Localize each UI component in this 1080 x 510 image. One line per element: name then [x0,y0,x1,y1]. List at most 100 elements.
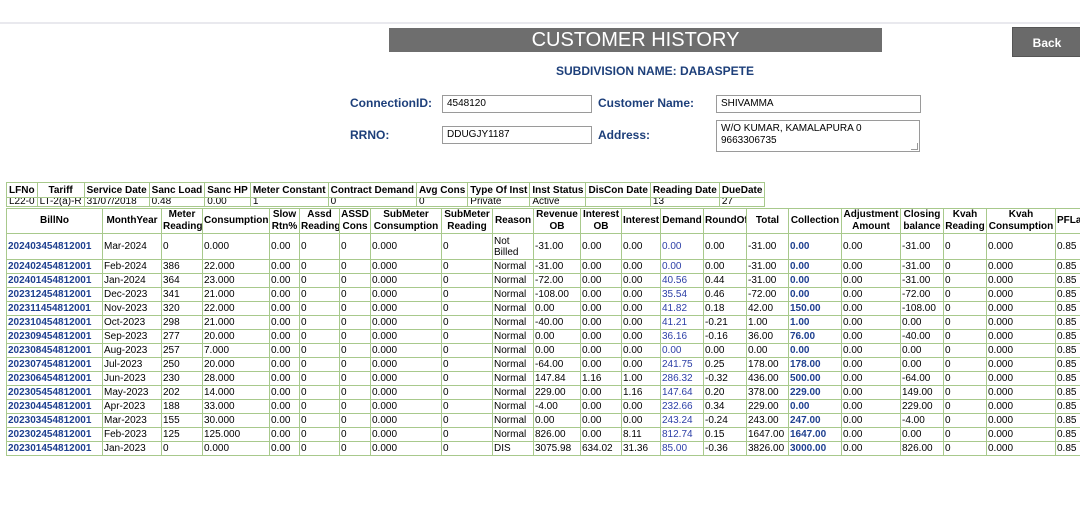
table-cell: -31.00 [900,233,944,260]
table-cell: 0.00 [533,343,581,358]
table-cell: 0 [943,399,987,414]
table-cell: 0.00 [788,233,842,260]
table-cell: 286.32 [660,371,704,386]
table-cell: 1.00 [788,315,842,330]
back-button[interactable]: Back [1012,27,1080,57]
table-row[interactable]: 202301454812001 Jan-2023 0 0.000 0.00 0 0 0.000… [6,441,1080,456]
table-cell: Normal [492,315,534,330]
table-cell: Jan-2023 [102,441,162,456]
table-cell: 0.000 [202,441,270,456]
table-row[interactable]: 202309454812001 Sep-2023 277 20.000 0.00 0 0 0.… [6,329,1080,344]
info-cell: 27 [718,197,766,207]
table-cell: 0.000 [986,315,1056,330]
bill-number-link[interactable]: 202302454812001 [6,427,103,442]
table-cell: Sep-2023 [102,329,162,344]
table-cell: 1.00 [746,315,789,330]
table-row[interactable]: 202305454812001 May-2023 202 14.000 0.00 0 0 0.… [6,385,1080,400]
table-row[interactable]: 202307454812001 Jul-2023 250 20.000 0.00 0 0 0.… [6,357,1080,372]
rrno-field[interactable]: DDUGJY1187 [442,126,592,144]
table-row[interactable]: 202312454812001 Dec-2023 341 21.000 0.00 0 0 0.… [6,287,1080,302]
table-cell: 0 [943,427,987,442]
table-cell: 0.00 [703,233,747,260]
table-cell: 320 [161,301,203,316]
table-cell: 0 [161,233,203,260]
table-cell: 0.00 [269,427,300,442]
table-row[interactable]: 202306454812001 Jun-2023 230 28.000 0.00 0 0 0.… [6,371,1080,386]
table-row[interactable]: 202402454812001 Feb-2024 386 22.000 0.00 0 0 0.… [6,259,1080,274]
bill-number-link[interactable]: 202307454812001 [6,357,103,372]
table-cell: -40.00 [533,315,581,330]
table-cell: Normal [492,371,534,386]
table-cell: 0.000 [370,259,442,274]
table-cell: 0.00 [580,287,622,302]
table-cell: 229.00 [788,385,842,400]
bill-number-link[interactable]: 202403454812001 [6,233,103,260]
table-cell: 0.85 [1055,441,1080,456]
table-cell: 0.000 [986,259,1056,274]
table-cell: 0 [441,371,493,386]
bill-number-link[interactable]: 202306454812001 [6,371,103,386]
table-cell: 0.85 [1055,259,1080,274]
table-cell: 364 [161,273,203,288]
bill-number-link[interactable]: 202310454812001 [6,315,103,330]
bill-number-link[interactable]: 202312454812001 [6,287,103,302]
table-cell: 0 [441,315,493,330]
table-row[interactable]: 202401454812001 Jan-2024 364 23.000 0.00 0 0 0.… [6,273,1080,288]
table-cell: 0.00 [269,329,300,344]
table-row[interactable]: 202403454812001 Mar-2024 0 0.000 0.00 0 0 0.000… [6,233,1080,260]
table-cell: 0 [299,413,340,428]
history-header-cell: Meter Reading [161,208,203,234]
table-cell: 125.000 [202,427,270,442]
table-cell: 826.00 [900,441,944,456]
table-cell: 1647.00 [788,427,842,442]
table-row[interactable]: 202311454812001 Nov-2023 320 22.000 0.00 0 0 0.… [6,301,1080,316]
table-cell: 0.00 [269,413,300,428]
table-cell: 0.00 [660,233,704,260]
history-header-cell: Kvah Reading [943,208,987,234]
table-cell: 0.00 [621,259,661,274]
info-cell: LT-2(a)-R [36,197,85,207]
bill-number-link[interactable]: 202309454812001 [6,329,103,344]
table-row[interactable]: 202310454812001 Oct-2023 298 21.000 0.00 0 0 0.… [6,315,1080,330]
table-cell: 0.000 [370,427,442,442]
bill-number-link[interactable]: 202311454812001 [6,301,103,316]
customer-name-field[interactable]: SHIVAMMA [716,95,921,113]
history-header-cell: SubMeter Consumption [370,208,442,234]
bill-number-link[interactable]: 202304454812001 [6,399,103,414]
table-cell: 826.00 [533,427,581,442]
table-cell: 0.000 [202,233,270,260]
table-row[interactable]: 202302454812001 Feb-2023 125 125.000 0.00 0 0 0… [6,427,1080,442]
bill-number-link[interactable]: 202305454812001 [6,385,103,400]
table-cell: 0.00 [841,329,901,344]
table-cell: 0 [339,441,371,456]
bill-number-link[interactable]: 202308454812001 [6,343,103,358]
connection-id-field[interactable]: 4548120 [442,95,592,113]
table-cell: 125 [161,427,203,442]
bill-number-link[interactable]: 202301454812001 [6,441,103,456]
bill-number-link[interactable]: 202401454812001 [6,273,103,288]
table-cell: Mar-2023 [102,413,162,428]
table-cell: 634.02 [580,441,622,456]
table-cell: 36.00 [746,329,789,344]
table-cell: 0.00 [841,315,901,330]
table-cell: 0 [339,357,371,372]
table-row[interactable]: 202303454812001 Mar-2023 155 30.000 0.00 0 0 0.… [6,413,1080,428]
table-cell: 0.000 [986,385,1056,400]
history-header-cell: Interest [621,208,661,234]
table-cell: 0.85 [1055,301,1080,316]
table-row[interactable]: 202304454812001 Apr-2023 188 33.000 0.00 0 0 0.… [6,399,1080,414]
table-cell: 0 [299,427,340,442]
table-cell: -4.00 [533,399,581,414]
table-cell: 0.00 [269,233,300,260]
table-cell: 0.00 [621,233,661,260]
table-cell: 0.34 [703,399,747,414]
address-field[interactable]: W/O KUMAR, KAMALAPURA 0 9663306735 [716,120,920,152]
bill-number-link[interactable]: 202402454812001 [6,259,103,274]
bill-number-link[interactable]: 202303454812001 [6,413,103,428]
table-cell: 0.00 [580,343,622,358]
table-cell: 0 [441,357,493,372]
table-cell: 0 [943,343,987,358]
table-row[interactable]: 202308454812001 Aug-2023 257 7.000 0.00 0 0 0.0… [6,343,1080,358]
table-cell: 0 [339,329,371,344]
info-header-cell: DisCon Date [585,182,651,198]
